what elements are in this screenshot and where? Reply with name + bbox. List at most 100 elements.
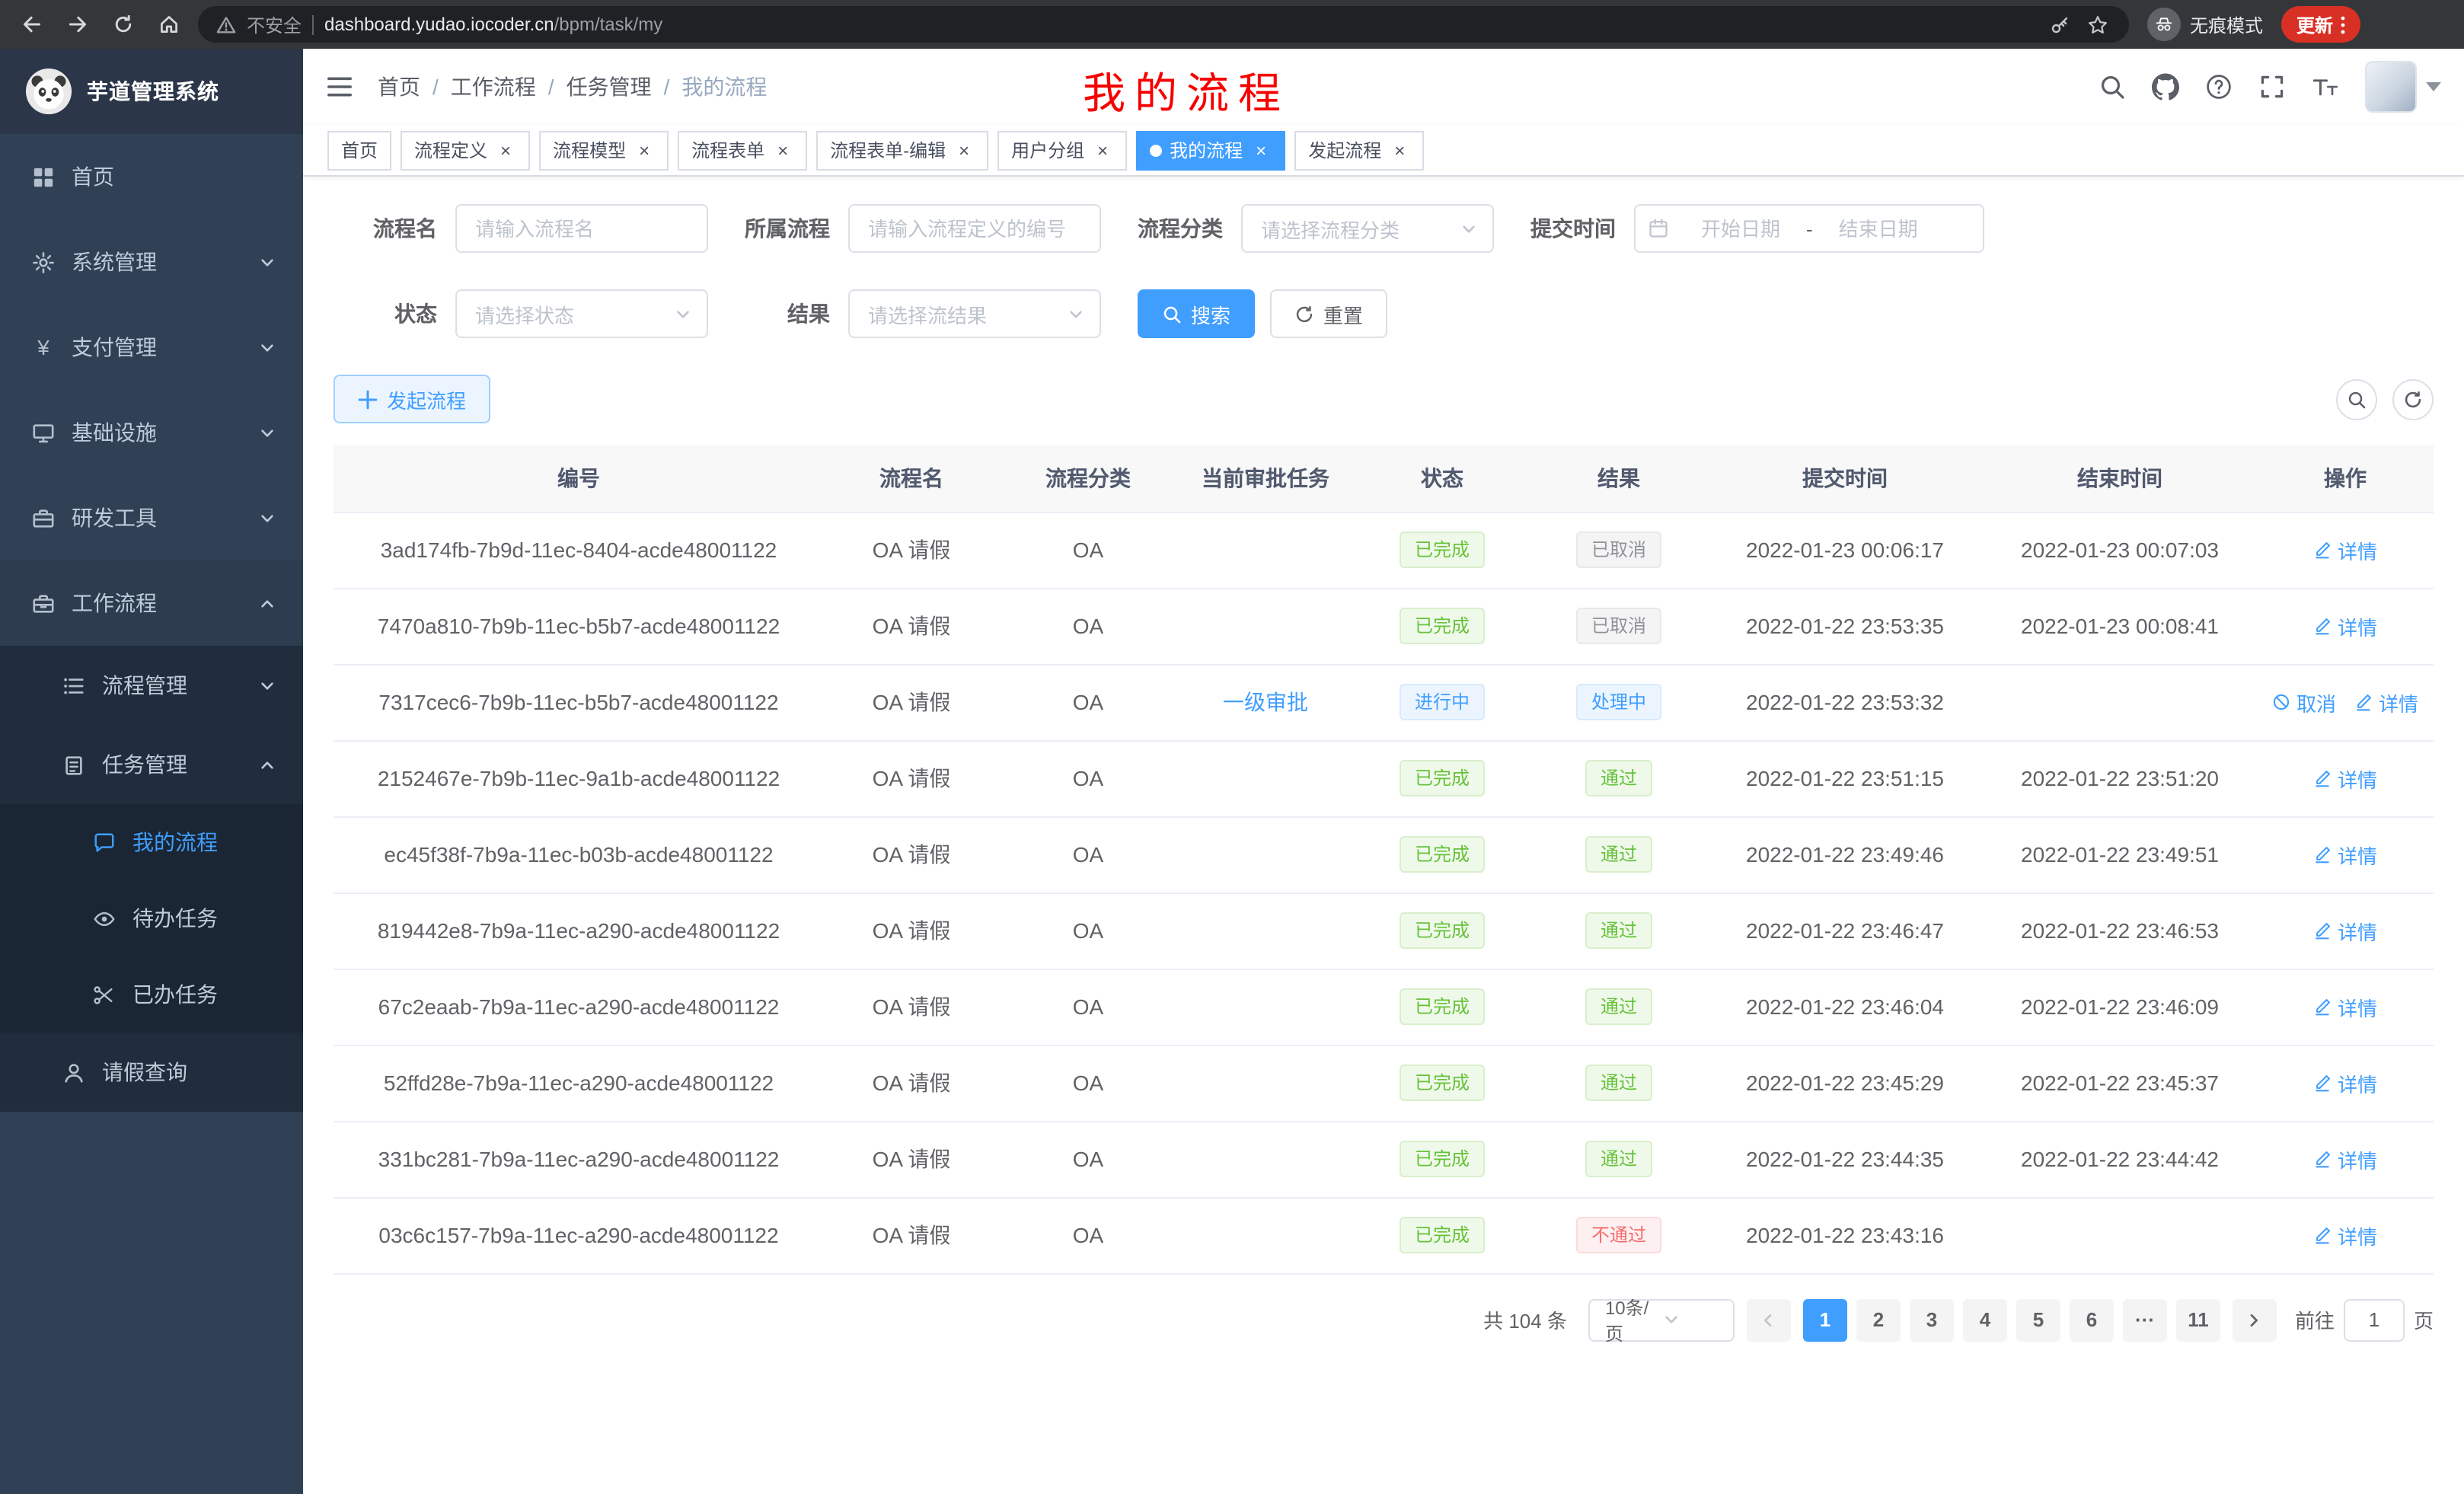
logo-avatar <box>26 69 72 114</box>
page-button-11[interactable]: 11 <box>2176 1298 2220 1341</box>
page-button-5[interactable]: 5 <box>2016 1298 2060 1341</box>
sidebar-item-my-process[interactable]: 我的流程 <box>0 804 303 880</box>
close-icon[interactable]: × <box>772 139 793 161</box>
address-divider <box>312 14 314 34</box>
detail-button[interactable]: 详情 <box>2313 840 2377 869</box>
tab-流程表单-编辑[interactable]: 流程表单-编辑× <box>816 130 988 170</box>
back-icon[interactable] <box>15 8 49 41</box>
next-page-button[interactable] <box>2233 1298 2277 1341</box>
detail-button[interactable]: 详情 <box>2313 535 2377 564</box>
detail-button[interactable]: 详情 <box>2313 1221 2377 1250</box>
sidebar-item-process-mgmt[interactable]: 流程管理 <box>0 646 303 725</box>
sidebar-item-leave-query[interactable]: 请假查询 <box>0 1033 303 1112</box>
close-icon[interactable]: × <box>495 139 516 161</box>
cell-actions[interactable]: 详情 <box>2257 1121 2434 1197</box>
category-select[interactable]: 请选择流程分类 <box>1241 204 1494 253</box>
page-button-1[interactable]: 1 <box>1803 1298 1847 1341</box>
status-select[interactable]: 请选择状态 <box>455 289 708 338</box>
hamburger-icon[interactable] <box>326 75 353 99</box>
page-button-3[interactable]: 3 <box>1910 1298 1954 1341</box>
reload-icon[interactable] <box>107 8 140 41</box>
page-button-2[interactable]: 2 <box>1856 1298 1901 1341</box>
sidebar-item-payment-mgmt[interactable]: ¥支付管理 <box>0 305 303 390</box>
tab-用户分组[interactable]: 用户分组× <box>997 130 1127 170</box>
forward-icon[interactable] <box>61 8 94 41</box>
column-header-3: 当前审批任务 <box>1177 445 1354 512</box>
parent-process-input[interactable] <box>848 204 1101 253</box>
address-bar[interactable]: 不安全 dashboard.yudao.iocoder.cn/bpm/task/… <box>198 6 2129 43</box>
sidebar-item-infrastructure[interactable]: 基础设施 <box>0 390 303 475</box>
detail-button[interactable]: 详情 <box>2313 1068 2377 1097</box>
goto-page-input[interactable] <box>2344 1298 2405 1341</box>
cell-actions[interactable]: 取消详情 <box>2257 664 2434 740</box>
home-button-icon[interactable] <box>152 8 186 41</box>
more-pages-button[interactable]: ··· <box>2123 1298 2167 1341</box>
detail-button[interactable]: 详情 <box>2313 916 2377 945</box>
refresh-button[interactable] <box>2392 378 2434 420</box>
cell-actions[interactable]: 详情 <box>2257 740 2434 816</box>
tab-流程表单[interactable]: 流程表单× <box>678 130 807 170</box>
sidebar-item-todo-task[interactable]: 待办任务 <box>0 880 303 956</box>
close-icon[interactable]: × <box>1250 139 1272 161</box>
detail-button[interactable]: 详情 <box>2313 611 2377 640</box>
tab-发起流程[interactable]: 发起流程× <box>1294 130 1424 170</box>
process-name-input[interactable] <box>455 204 708 253</box>
tab-首页[interactable]: 首页 <box>327 130 391 170</box>
reset-button[interactable]: 重置 <box>1270 289 1387 338</box>
tab-我的流程[interactable]: 我的流程× <box>1136 130 1285 170</box>
detail-button[interactable]: 详情 <box>2354 688 2418 717</box>
breadcrumb-workflow[interactable]: 工作流程 <box>451 72 536 102</box>
close-icon[interactable]: × <box>953 139 975 161</box>
key-icon[interactable] <box>2045 11 2073 38</box>
hide-search-button[interactable] <box>2336 378 2377 420</box>
sidebar-item-task-mgmt[interactable]: 任务管理 <box>0 725 303 804</box>
fullscreen-icon[interactable] <box>2258 73 2286 101</box>
cell-actions[interactable]: 详情 <box>2257 892 2434 969</box>
cell-actions[interactable]: 详情 <box>2257 816 2434 892</box>
cell-actions[interactable]: 详情 <box>2257 969 2434 1045</box>
sidebar-item-label: 任务管理 <box>102 749 187 780</box>
sidebar-item-workflow[interactable]: 工作流程 <box>0 560 303 646</box>
screen: 不安全 dashboard.yudao.iocoder.cn/bpm/task/… <box>0 0 2464 1494</box>
close-icon[interactable]: × <box>1389 139 1410 161</box>
app-logo[interactable]: 芋道管理系统 <box>0 49 303 134</box>
bookmark-star-icon[interactable] <box>2083 11 2111 38</box>
user-menu[interactable] <box>2365 61 2441 113</box>
start-date-input[interactable] <box>1678 217 1803 240</box>
github-icon[interactable] <box>2152 73 2179 101</box>
search-button[interactable]: 搜索 <box>1138 289 1255 338</box>
sidebar-item-done-task[interactable]: 已办任务 <box>0 956 303 1033</box>
current-task-link[interactable]: 一级审批 <box>1223 690 1308 714</box>
start-process-button[interactable]: 发起流程 <box>334 375 490 423</box>
page-button-4[interactable]: 4 <box>1963 1298 2007 1341</box>
close-icon[interactable]: × <box>1092 139 1113 161</box>
page-button-6[interactable]: 6 <box>2070 1298 2114 1341</box>
breadcrumb-home[interactable]: 首页 <box>378 72 420 102</box>
sidebar-item-dev-tools[interactable]: 研发工具 <box>0 475 303 560</box>
end-date-input[interactable] <box>1816 217 1941 240</box>
breadcrumb-task-mgmt[interactable]: 任务管理 <box>567 72 652 102</box>
page-size-select[interactable]: 10条/页 <box>1588 1298 1735 1341</box>
close-icon[interactable]: × <box>634 139 655 161</box>
detail-button[interactable]: 详情 <box>2313 1144 2377 1173</box>
sidebar-item-home[interactable]: 首页 <box>0 134 303 219</box>
submit-time-range-picker[interactable]: - <box>1634 204 1984 253</box>
cell-actions[interactable]: 详情 <box>2257 512 2434 588</box>
update-button[interactable]: 更新 <box>2281 6 2360 43</box>
prev-page-button[interactable] <box>1747 1298 1791 1341</box>
tab-流程模型[interactable]: 流程模型× <box>539 130 669 170</box>
tab-流程定义[interactable]: 流程定义× <box>401 130 530 170</box>
help-icon[interactable] <box>2205 73 2233 101</box>
cell-actions[interactable]: 详情 <box>2257 1197 2434 1273</box>
cell-actions[interactable]: 详情 <box>2257 588 2434 664</box>
detail-button[interactable]: 详情 <box>2313 764 2377 793</box>
sidebar-item-system-mgmt[interactable]: 系统管理 <box>0 219 303 305</box>
warning-icon <box>216 14 236 34</box>
cancel-button[interactable]: 取消 <box>2272 688 2336 717</box>
detail-button[interactable]: 详情 <box>2313 992 2377 1021</box>
search-icon[interactable] <box>2099 73 2126 101</box>
font-size-icon[interactable] <box>2312 73 2339 101</box>
sidebar-item-label: 流程管理 <box>102 670 187 701</box>
result-select[interactable]: 请选择流结果 <box>848 289 1101 338</box>
cell-actions[interactable]: 详情 <box>2257 1045 2434 1121</box>
